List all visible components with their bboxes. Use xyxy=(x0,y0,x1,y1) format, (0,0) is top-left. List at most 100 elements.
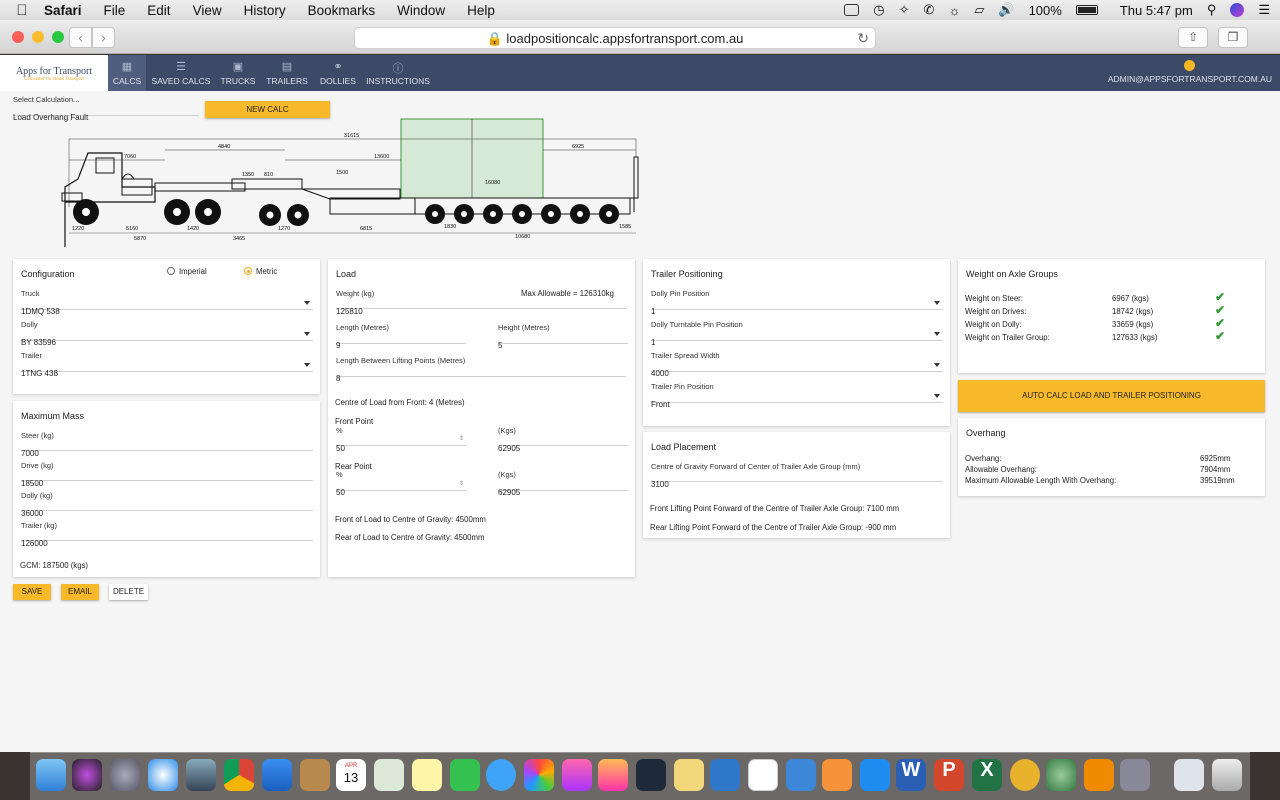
siri-dock-icon[interactable] xyxy=(72,759,102,791)
front-pct-field[interactable]: % 50 ⇕ xyxy=(336,426,466,453)
minimize-window-icon[interactable] xyxy=(32,31,44,43)
dolly-pin-select[interactable]: Dolly Pin Position 1 xyxy=(651,289,943,316)
radio-metric[interactable] xyxy=(244,267,252,275)
scissors-icon[interactable] xyxy=(710,759,740,791)
paint-icon[interactable] xyxy=(674,759,704,791)
zoom-window-icon[interactable] xyxy=(52,31,64,43)
user-menu[interactable]: ADMIN@APPSFORTRANSPORT.COM.AU xyxy=(1108,60,1272,84)
menu-window[interactable]: Window xyxy=(397,3,445,18)
address-bar[interactable]: 🔒 loadpositioncalc.appsfortransport.com.… xyxy=(354,27,876,49)
contacts-icon[interactable] xyxy=(300,759,330,791)
radio-imperial[interactable] xyxy=(167,267,175,275)
trailer-select[interactable]: Trailer 1TNG 438 xyxy=(21,351,313,378)
wifi-icon[interactable]: ☼ xyxy=(948,3,960,18)
app-store-icon[interactable] xyxy=(860,759,890,791)
notification-center-icon[interactable]: ☰ xyxy=(1258,2,1270,18)
itunes-icon[interactable] xyxy=(598,759,628,791)
facetime-icon[interactable] xyxy=(450,759,480,791)
menu-history[interactable]: History xyxy=(244,3,286,18)
volume-icon[interactable]: 🔊 xyxy=(998,2,1014,18)
nav-trailers[interactable]: ▤ TRAILERS xyxy=(264,55,310,91)
downloads-folder-icon[interactable] xyxy=(1174,759,1204,791)
delete-button[interactable]: DELETE xyxy=(109,584,148,600)
powerpoint-icon[interactable]: P xyxy=(934,759,964,791)
trailer-spread-select[interactable]: Trailer Spread Width 4000 xyxy=(651,351,943,378)
word-icon[interactable]: W xyxy=(896,759,926,791)
battery-icon[interactable] xyxy=(1075,5,1098,15)
nav-trucks[interactable]: ▣ TRUCKS xyxy=(218,55,258,91)
rear-pct-field[interactable]: % 50 ⇕ xyxy=(336,470,466,497)
front-kgs-field[interactable]: (Kgs) 62905 xyxy=(498,426,628,453)
trailer-mass-field[interactable]: Trailer (kg) 126000 xyxy=(21,521,313,548)
apple-menu-icon[interactable]:  xyxy=(0,2,44,19)
dolly-select[interactable]: Dolly BY 83596 xyxy=(21,320,313,347)
vlc-icon[interactable] xyxy=(1084,759,1114,791)
status-icon[interactable] xyxy=(844,4,860,16)
nav-dollies[interactable]: ⚭ DOLLIES xyxy=(316,55,360,91)
nav-instructions[interactable]: ⓘ INSTRUCTIONS xyxy=(366,55,430,91)
finder-icon[interactable] xyxy=(36,759,66,791)
email-button[interactable]: EMAIL xyxy=(61,584,99,600)
dolly-turntable-select[interactable]: Dolly Turntable Pin Position 1 xyxy=(651,320,943,347)
excel-icon[interactable]: X xyxy=(972,759,1002,791)
trash-icon[interactable] xyxy=(1212,759,1242,791)
back-button[interactable]: ‹ xyxy=(69,27,92,48)
quicktime-icon[interactable] xyxy=(636,759,666,791)
preview-icon[interactable] xyxy=(374,759,404,791)
height-field[interactable]: Height (Metres) 5 xyxy=(498,323,628,350)
menu-app-name[interactable]: Safari xyxy=(44,3,82,18)
rear-kgs-field[interactable]: (Kgs) 62905 xyxy=(498,470,628,497)
chrome-icon[interactable] xyxy=(224,759,254,791)
time-machine-icon[interactable]: ◷ xyxy=(873,2,884,18)
menu-bookmarks[interactable]: Bookmarks xyxy=(308,3,376,18)
menu-edit[interactable]: Edit xyxy=(147,3,170,18)
auto-calc-button[interactable]: AUTO CALC LOAD AND TRAILER POSITIONING xyxy=(958,380,1265,412)
tabs-overview-icon[interactable]: ❐ xyxy=(1218,27,1248,48)
truck-select[interactable]: Truck 1DMQ 538 xyxy=(21,289,313,316)
cog-forward-field[interactable]: Centre of Gravity Forward of Center of T… xyxy=(651,462,943,489)
spotlight-icon[interactable]: ⚲ xyxy=(1207,2,1217,18)
reload-icon[interactable]: ↻ xyxy=(857,28,869,49)
calendar-icon[interactable]: APR 13 xyxy=(336,759,366,791)
menu-help[interactable]: Help xyxy=(467,3,495,18)
clock[interactable]: Thu 5:47 pm xyxy=(1120,3,1193,18)
airplay-icon[interactable]: ▱ xyxy=(974,2,984,18)
new-calc-button[interactable]: NEW CALC xyxy=(205,101,330,118)
pixelmator-icon[interactable] xyxy=(562,759,592,791)
photos-icon[interactable] xyxy=(524,759,554,791)
mail-icon[interactable] xyxy=(186,759,216,791)
battery-percent[interactable]: 100% xyxy=(1029,3,1062,18)
siri-icon[interactable] xyxy=(1230,3,1245,17)
messages-icon[interactable] xyxy=(486,759,516,791)
phone-icon[interactable]: ✆ xyxy=(924,2,935,18)
stepper-icon[interactable]: ⇕ xyxy=(459,435,464,442)
stepper-icon[interactable]: ⇕ xyxy=(459,480,464,487)
unit-metric[interactable]: Metric xyxy=(244,267,277,276)
close-window-icon[interactable] xyxy=(12,31,24,43)
menu-file[interactable]: File xyxy=(104,3,126,18)
keynote-icon[interactable] xyxy=(786,759,816,791)
unit-imperial[interactable]: Imperial xyxy=(167,267,207,276)
numbers-icon[interactable] xyxy=(748,759,778,791)
calc-select[interactable]: Select Calculation... Load Overhang Faul… xyxy=(13,95,199,122)
globe-icon[interactable] xyxy=(1046,759,1076,791)
trailer-pin-select[interactable]: Trailer Pin Position Front xyxy=(651,382,943,409)
image-capture-icon[interactable] xyxy=(1120,759,1150,791)
nav-saved-calcs[interactable]: ☰ SAVED CALCS xyxy=(148,55,214,91)
share-icon[interactable]: ⇧ xyxy=(1178,27,1208,48)
forward-button[interactable]: › xyxy=(92,27,115,48)
launchpad-icon[interactable] xyxy=(110,759,140,791)
safari-icon[interactable] xyxy=(148,759,178,791)
ibooks-icon[interactable] xyxy=(822,759,852,791)
steer-field[interactable]: Steer (kg) 7000 xyxy=(21,431,313,458)
bluetooth-icon[interactable]: ✧ xyxy=(899,2,910,18)
nav-calcs[interactable]: ▦ CALCS xyxy=(108,55,146,91)
dolly-mass-field[interactable]: Dolly (kg) 36000 xyxy=(21,491,313,518)
logo[interactable]: Apps for Transport Calculator for Road T… xyxy=(0,55,108,91)
notes-icon[interactable] xyxy=(412,759,442,791)
outlook-icon[interactable] xyxy=(1010,759,1040,791)
xcode-icon[interactable] xyxy=(262,759,292,791)
menu-view[interactable]: View xyxy=(193,3,222,18)
save-button[interactable]: SAVE xyxy=(13,584,51,600)
length-field[interactable]: Length (Metres) 9 xyxy=(336,323,466,350)
